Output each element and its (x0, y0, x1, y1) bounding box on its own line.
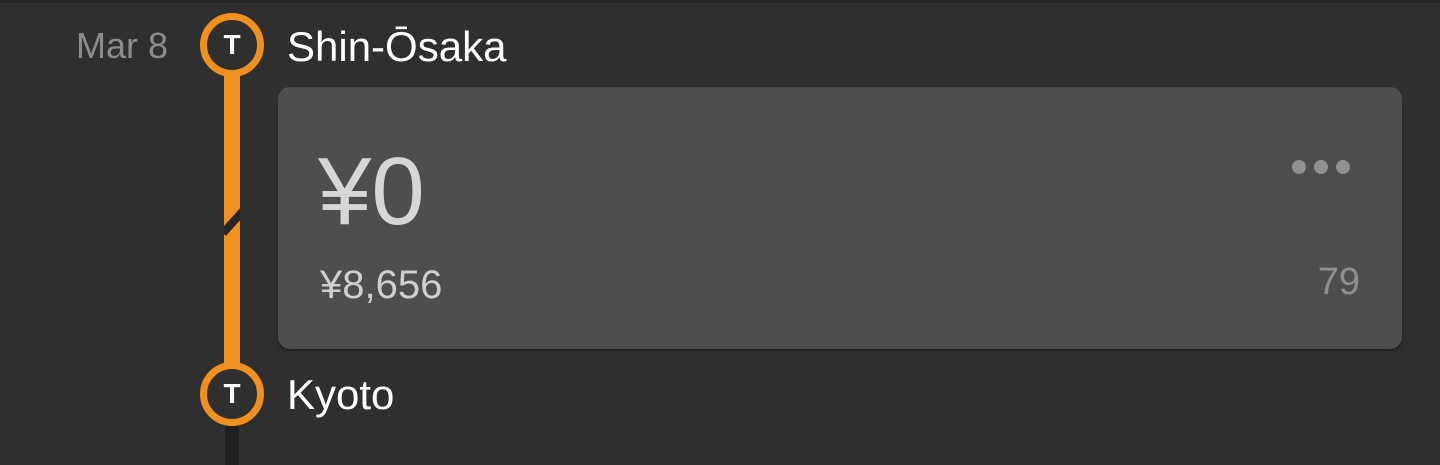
fare-card[interactable]: ¥0 ¥8,656 79 (278, 87, 1402, 349)
origin-station-marker: T (200, 13, 264, 77)
origin-marker-letter: T (223, 29, 241, 60)
route-line-break-mark (224, 208, 240, 236)
destination-station-marker: T (200, 362, 264, 426)
route-line (224, 74, 240, 364)
trip-date: Mar 8 (76, 25, 169, 66)
trip-timeline: Mar 8 T Shin-Ōsaka ¥0 ¥8,656 79 T Kyoto (0, 0, 1440, 465)
origin-station-name[interactable]: Shin-Ōsaka (287, 22, 506, 72)
more-dot (1336, 160, 1350, 174)
more-options-icon[interactable] (1292, 160, 1350, 174)
original-fare-amount: ¥8,656 (320, 263, 443, 307)
fare-amount: ¥0 (318, 138, 425, 245)
fare-count: 79 (1317, 261, 1360, 303)
destination-marker-letter: T (223, 378, 241, 409)
divider (0, 0, 1440, 3)
more-dot (1314, 160, 1328, 174)
destination-station-name[interactable]: Kyoto (287, 370, 394, 420)
more-dot (1292, 160, 1306, 174)
